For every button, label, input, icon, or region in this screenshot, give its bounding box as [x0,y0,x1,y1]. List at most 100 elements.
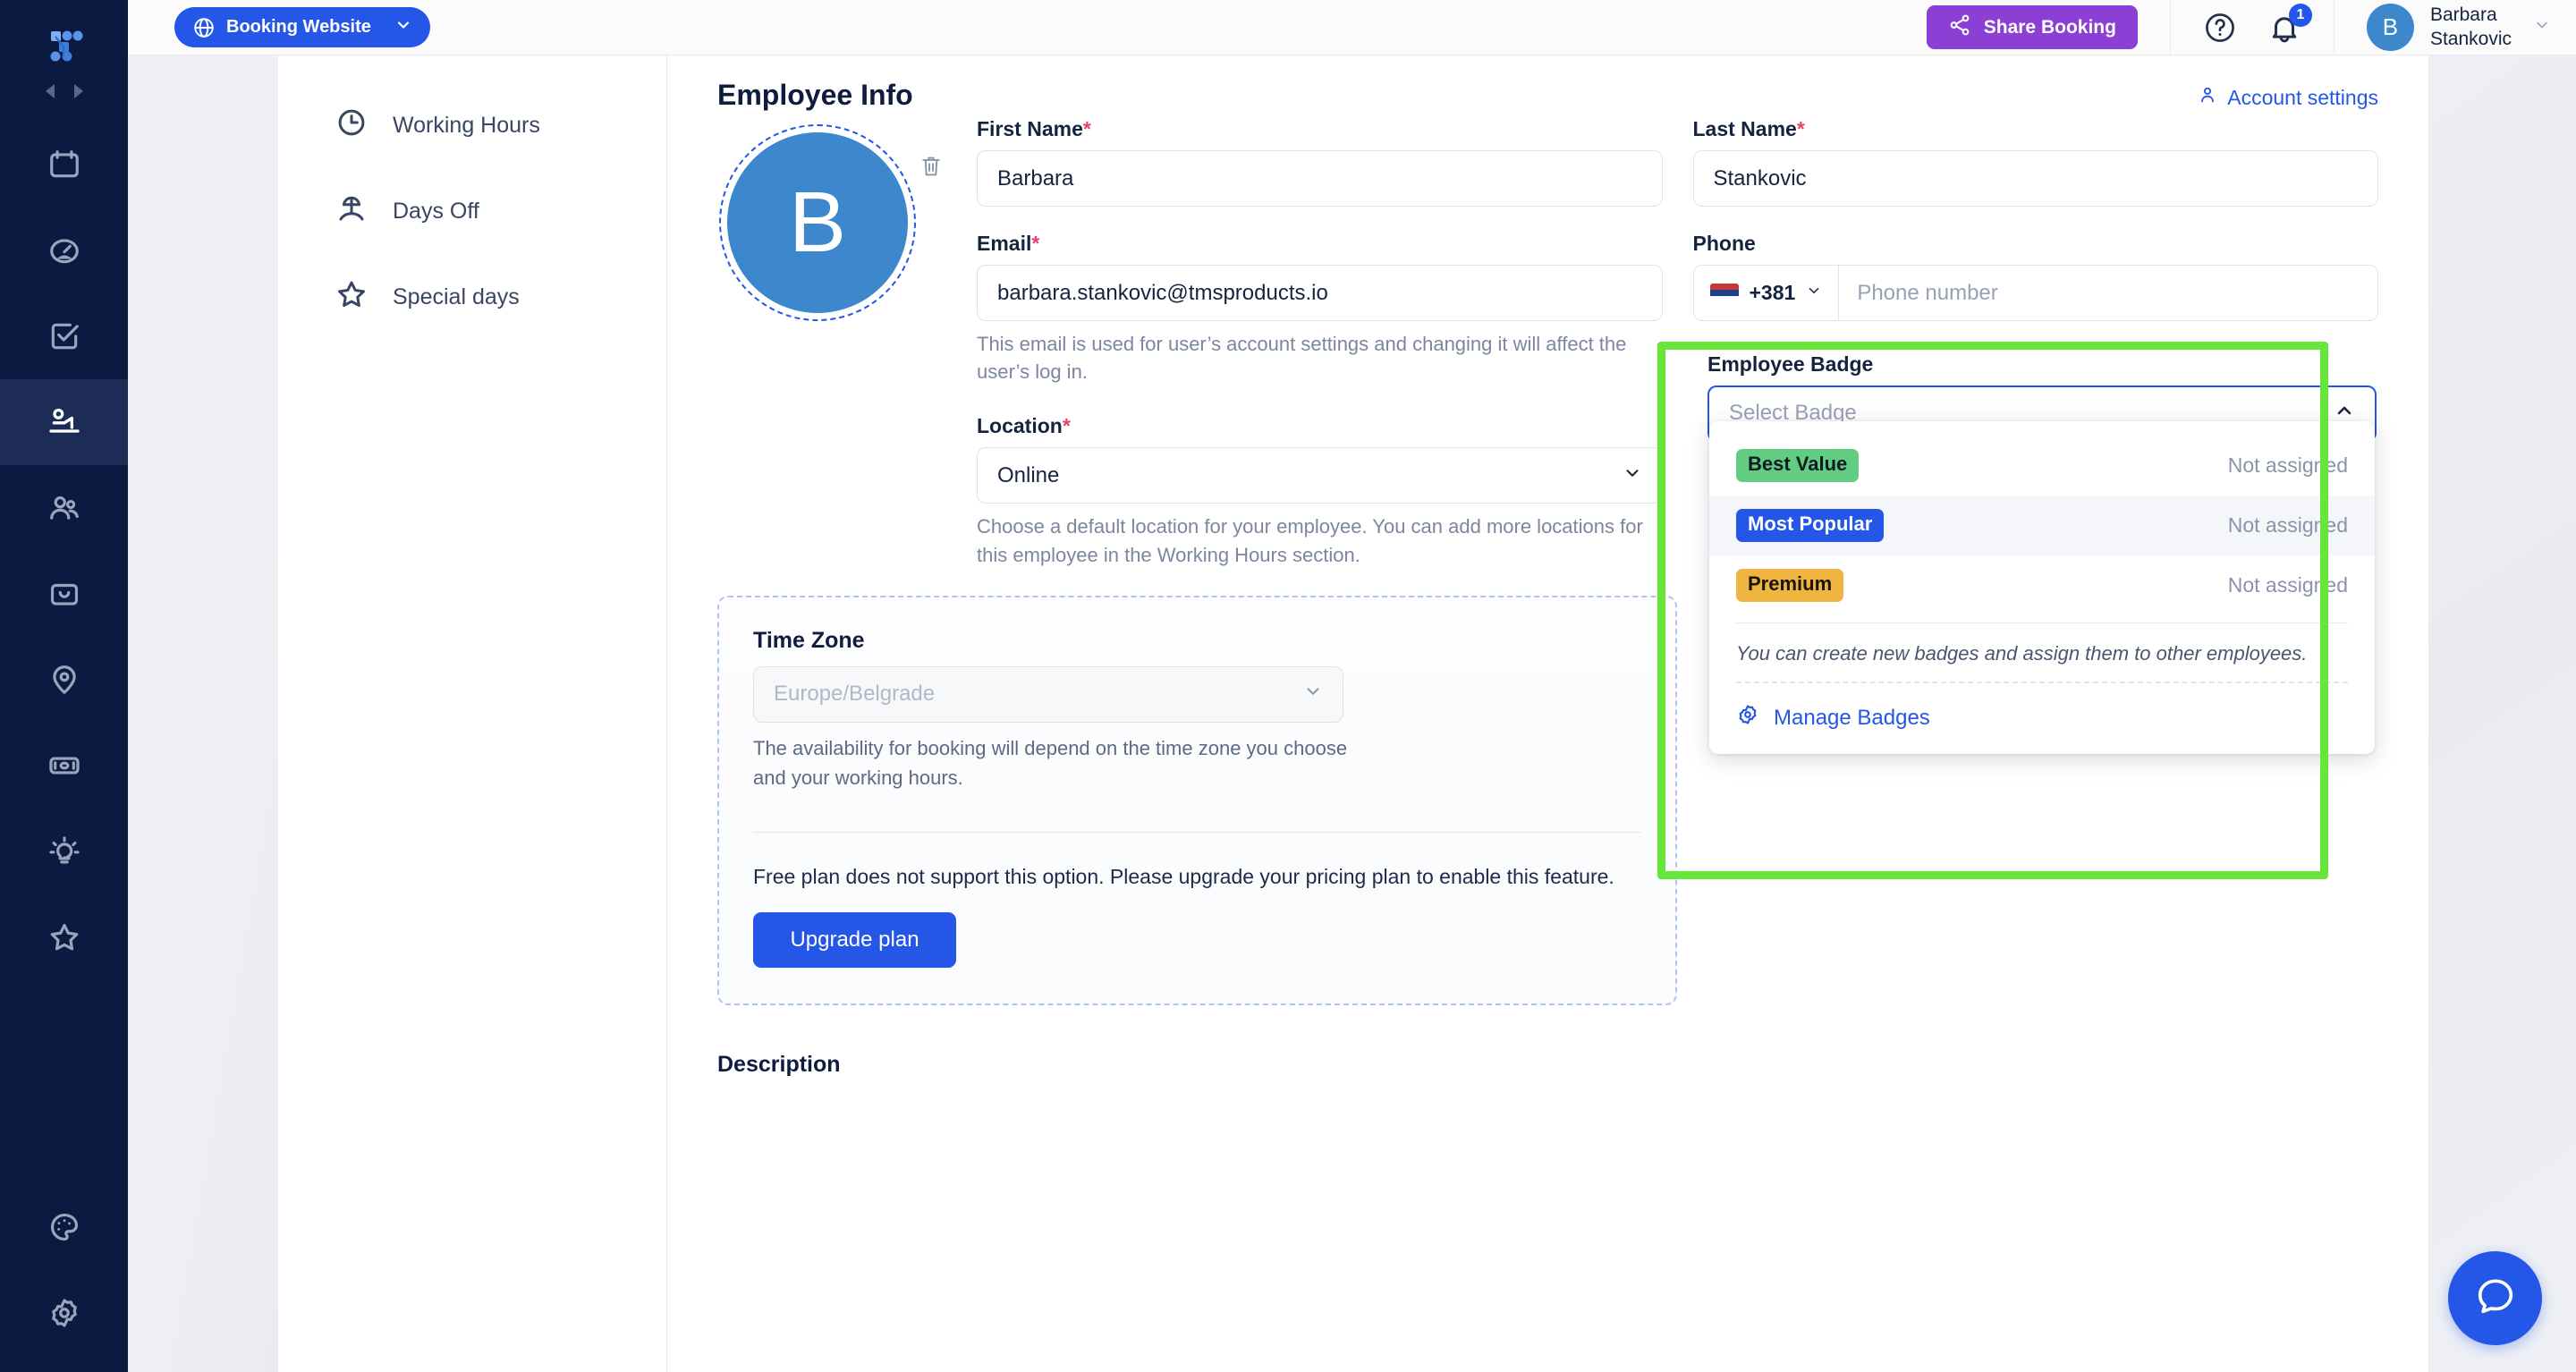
sidebar-item-working-hours[interactable]: Working Hours [278,82,666,168]
app-logo[interactable] [38,18,91,72]
timezone-upsell-column: Time Zone Europe/Belgrade The availabili… [717,595,1677,1078]
left-gutter [128,55,278,1372]
right-background [2428,55,2576,1372]
badge-pill: Best Value [1736,449,1860,482]
upsell-text: Free plan does not support this option. … [753,864,1614,888]
page-header-row: Employee Info Account settings [717,79,2378,112]
badge-status: Not assigned [2227,572,2348,597]
user-menu[interactable]: B Barbara Stankovic [2366,4,2576,52]
avatar: B [2366,4,2414,51]
sidebar-item-label: Working Hours [393,112,540,138]
rs-flag-icon [1709,283,1739,303]
sidebar-item-employees[interactable] [0,379,128,465]
required-marker: * [1031,232,1040,255]
sidebar-item-insights[interactable] [0,809,128,894]
sidebar-item-customize[interactable] [0,1184,128,1270]
app-root: Booking Website Share Booking 1 B Barbar… [0,0,2576,1372]
last-name-group: Last Name* Stankovic [1692,117,2379,207]
manage-badges-label: Manage Badges [1774,705,1930,730]
star-icon [335,278,368,317]
email-input[interactable]: barbara.stankovic@tmsproducts.io [977,265,1663,321]
account-settings-link[interactable]: Account settings [2198,84,2378,111]
description-title: Description [717,1051,841,1077]
badge-status: Not assigned [2227,453,2348,477]
badge-pill: Most Popular [1736,509,1885,542]
badge-option-best-value[interactable]: Best Value Not assigned [1709,436,2375,495]
first-name-input[interactable]: Barbara [977,150,1663,207]
header-icon-group: 1 [2203,3,2312,45]
badge-status: Not assigned [2227,512,2348,537]
email-group: Email* barbara.stankovic@tmsproducts.io … [977,232,1663,385]
booking-website-button[interactable]: Booking Website [174,7,430,47]
sidebar-item-settings[interactable] [0,1270,128,1356]
user-first-name: Barbara [2429,4,2497,25]
sidebar-item-tasks[interactable] [0,293,128,379]
last-name-input[interactable]: Stankovic [1692,150,2378,207]
country-code-selector[interactable]: +381 [1694,266,1840,320]
header-divider-1 [2169,0,2171,55]
share-icon [1948,13,1971,42]
badge-option-most-popular[interactable]: Most Popular Not assigned [1709,495,2375,555]
notifications-bell-button[interactable]: 1 [2267,3,2312,45]
sidebar-item-services[interactable] [0,551,128,637]
trash-icon[interactable] [919,153,943,180]
share-booking-button[interactable]: Share Booking [1926,5,2138,49]
clock-icon [335,106,368,145]
expand-right-icon[interactable] [73,84,83,98]
chevron-down-icon[interactable] [2533,16,2551,38]
time-zone-select[interactable]: Europe/Belgrade [753,665,1343,723]
help-circle-icon[interactable] [2203,11,2237,45]
person-icon [2198,84,2217,111]
booking-website-label: Booking Website [226,17,371,37]
phone-input-wrapper: +381 Phone number [1692,265,2378,321]
collapse-left-icon[interactable] [45,84,55,98]
user-last-name: Stankovic [2429,28,2512,49]
sidebar-item-payments[interactable] [0,723,128,809]
manage-badges-link[interactable]: Manage Badges [1709,683,2375,747]
user-name: Barbara Stankovic [2430,4,2512,52]
email-label: Email* [977,232,1663,256]
chevron-down-icon [1303,682,1323,707]
last-name-label-text: Last Name [1692,117,1797,140]
umbrella-icon [335,192,368,231]
first-name-label-text: First Name [977,117,1083,140]
employee-badge-dropdown: Best Value Not assigned Most Popular Not… [1709,420,2375,755]
phone-number-input[interactable]: Phone number [1839,281,2377,306]
rail-collapse-arrows[interactable] [45,84,83,98]
sidebar-item-calendar[interactable] [0,122,128,207]
secondary-nav-panel: Working Hours Days Off Special days [278,55,667,1372]
help-chat-button[interactable] [2448,1251,2542,1345]
account-settings-label: Account settings [2227,85,2378,109]
chevron-down-icon[interactable] [394,16,412,39]
first-name-group: First Name* Barbara [977,117,1663,207]
sidebar-item-days-off[interactable]: Days Off [278,168,666,254]
sidebar-item-customers[interactable] [0,465,128,551]
chevron-down-icon [1806,283,1822,303]
upgrade-plan-button[interactable]: Upgrade plan [753,911,956,968]
employee-info-content: Employee Info Account settings B First N… [667,55,2428,1078]
globe-icon [192,16,216,39]
avatar-initial: B [727,132,908,313]
avatar-upload[interactable]: B [719,124,916,321]
sidebar-item-features[interactable] [0,894,128,980]
first-name-label: First Name* [977,117,1663,141]
time-zone-hint: The availability for booking will depend… [753,736,1348,789]
last-name-label: Last Name* [1693,117,2379,141]
time-zone-label: Time Zone [753,627,865,653]
employee-info-panel: Employee Info Account settings B First N… [667,55,2428,1372]
sidebar-item-locations[interactable] [0,637,128,723]
lower-section: Time Zone Europe/Belgrade The availabili… [717,341,2378,1078]
page-title: Employee Info [717,79,913,111]
location-value: Online [997,462,1060,487]
chevron-down-icon [1623,463,1642,488]
required-marker: * [1796,117,1805,140]
employee-badge-label: Employee Badge [1707,351,1874,376]
locked-feature-box: Time Zone Europe/Belgrade The availabili… [717,595,1677,1005]
location-select[interactable]: Online [977,447,1663,504]
badge-help-note: You can create new badges and assign the… [1736,641,2308,665]
sidebar-item-dashboard[interactable] [0,207,128,293]
location-group: Location* Online Choose a default locati… [977,414,1663,568]
sidebar-item-special-days[interactable]: Special days [278,254,666,340]
badge-pill: Premium [1736,569,1844,602]
badge-option-premium[interactable]: Premium Not assigned [1709,555,2375,615]
